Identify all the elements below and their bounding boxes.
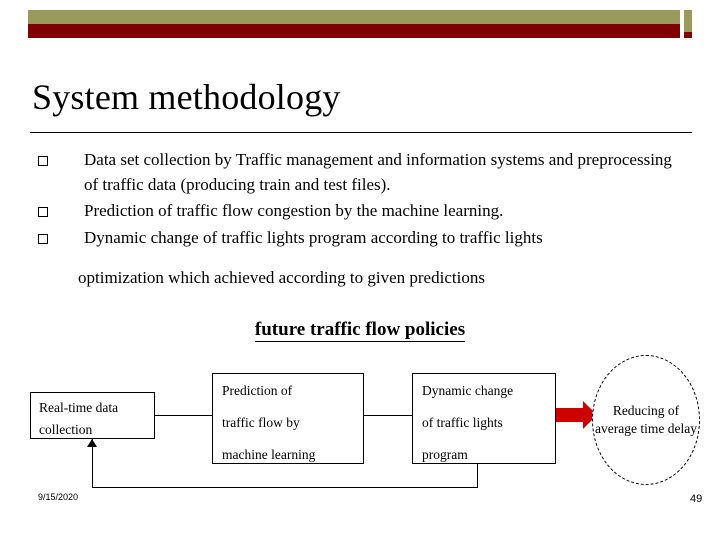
box-line-2: collection (39, 422, 93, 437)
diagram-box-realtime-data-collection: Real-time data collection (30, 392, 155, 439)
outcome-text: Reducing of average time delay (595, 402, 697, 437)
box-line-3: program (422, 447, 468, 462)
box-line-2: traffic flow by (222, 415, 300, 430)
connector-prediction-to-dynamic (364, 415, 412, 416)
box-spacer (222, 402, 354, 412)
box-line-1: Dynamic change (422, 383, 514, 398)
bullet-list: Data set collection by Traffic managemen… (38, 148, 686, 252)
connector-feedback-vertical-right (477, 464, 478, 488)
box-line-1: Real-time data (39, 400, 119, 415)
diagram-box-prediction: Prediction of traffic flow by machine le… (212, 373, 364, 464)
footer-date: 9/15/2020 (38, 492, 79, 502)
connector-feedback-horizontal (92, 487, 477, 488)
diagram-outcome-ellipse: Reducing of average time delay (592, 355, 700, 485)
title-divider (30, 132, 692, 133)
bullet-continuation-text: optimization which achieved according to… (78, 268, 485, 287)
list-item: Prediction of traffic flow congestion by… (38, 199, 686, 224)
box-spacer (422, 402, 546, 412)
bullet-text: Prediction of traffic flow congestion by… (84, 201, 504, 220)
box-spacer (222, 434, 354, 444)
page-title: System methodology (32, 77, 341, 117)
square-bullet-icon (38, 207, 48, 217)
square-bullet-icon (38, 233, 48, 244)
diagram-heading-text: future traffic flow policies (254, 319, 466, 342)
red-arrow-head-icon (583, 401, 597, 429)
list-item: Data set collection by Traffic managemen… (38, 148, 686, 197)
olive-square-accent (684, 24, 692, 32)
box-line-3: machine learning (222, 447, 316, 462)
red-arrow-body (556, 408, 584, 422)
box-spacer (422, 434, 546, 444)
diagram-box-dynamic-change: Dynamic change of traffic lights program (412, 373, 556, 464)
bullet-text: Data set collection by Traffic managemen… (84, 150, 672, 194)
box-line-2: of traffic lights (422, 415, 503, 430)
dark-red-bar (28, 24, 692, 38)
square-bullet-icon (38, 156, 48, 166)
diagram-heading: future traffic flow policies (0, 319, 720, 342)
connector-feedback-vertical-left (92, 439, 93, 487)
connector-realtime-to-prediction (155, 415, 212, 416)
footer-page-number: 49 (690, 493, 703, 505)
bullet-text: Dynamic change of traffic lights program… (84, 227, 543, 247)
box-line-1: Prediction of (222, 383, 293, 398)
slide-top-decoration (0, 0, 720, 48)
olive-bar (28, 10, 692, 24)
list-item: Dynamic change of traffic lights program… (38, 226, 686, 251)
feedback-arrowhead-icon (87, 439, 97, 447)
